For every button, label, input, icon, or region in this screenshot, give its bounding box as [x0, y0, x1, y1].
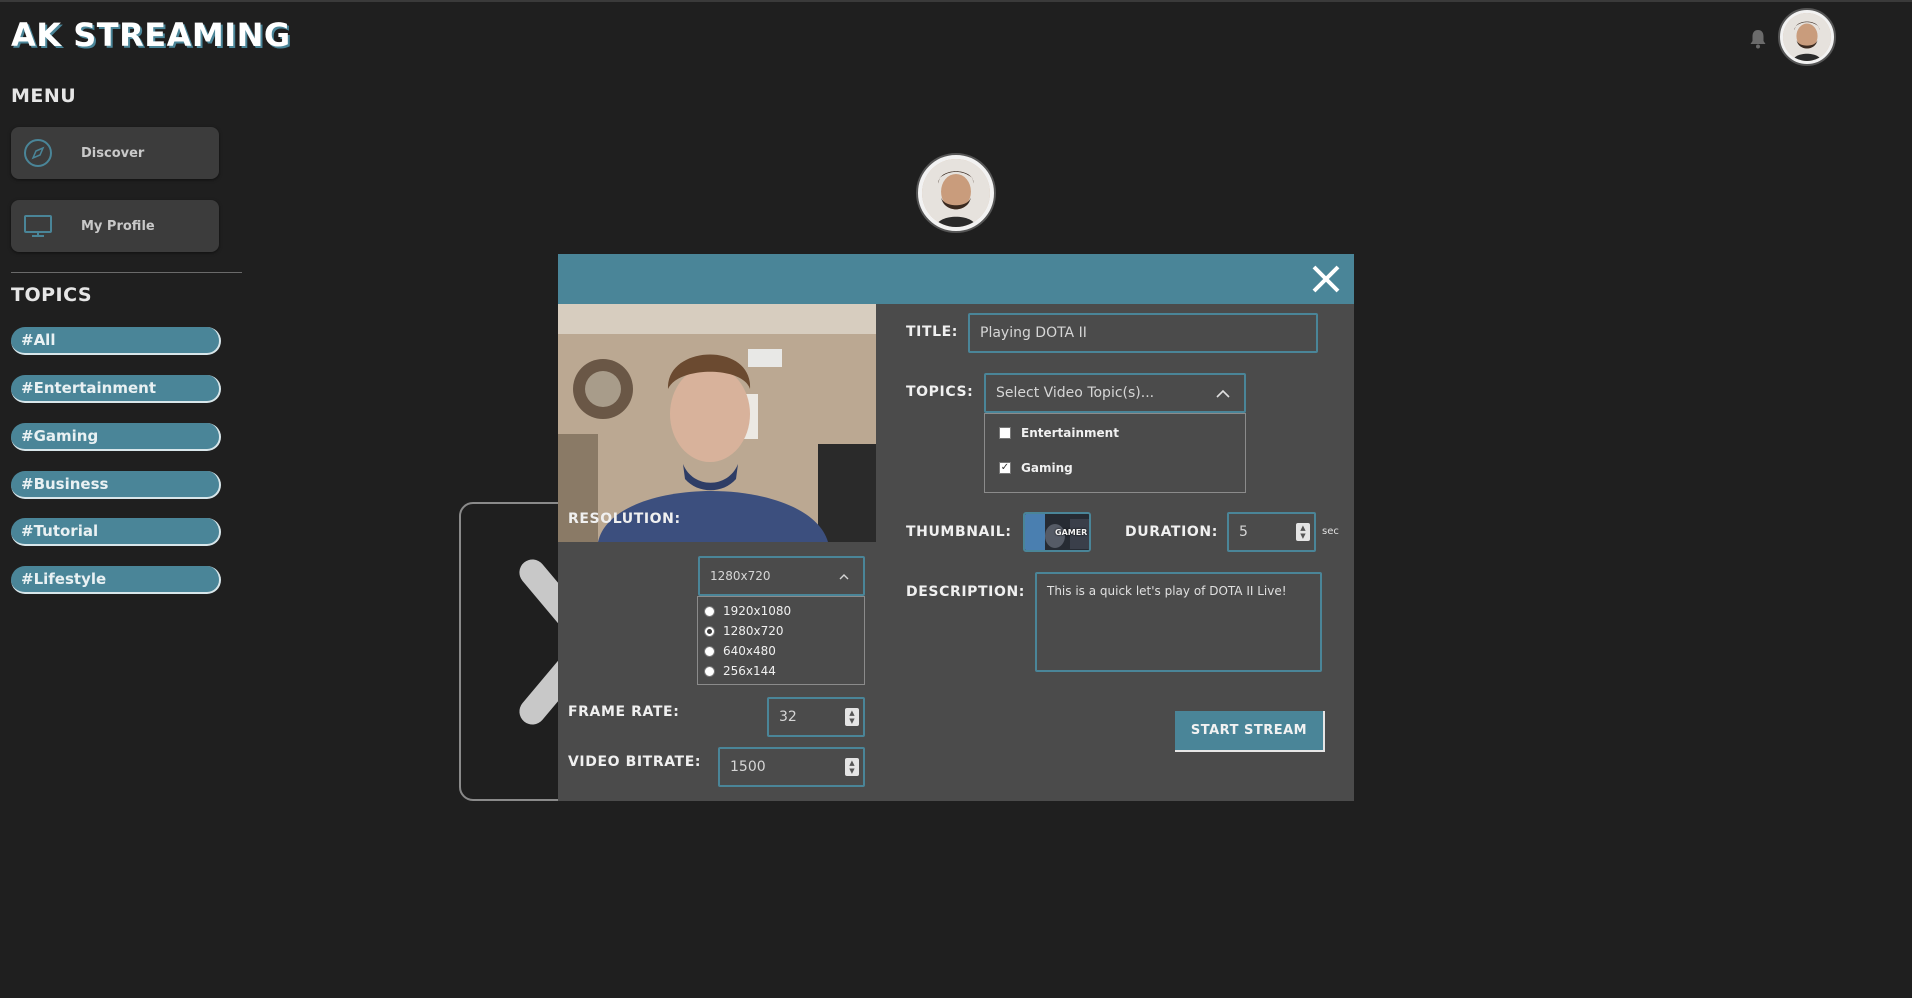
duration-unit: sec [1322, 526, 1339, 537]
title-input[interactable]: Playing DOTA II [968, 313, 1318, 353]
topic-lifestyle[interactable]: #Lifestyle [11, 566, 221, 594]
sidebar-item-label: Discover [81, 145, 145, 161]
compass-icon [20, 135, 56, 171]
resolution-option-label: 256x144 [723, 664, 776, 678]
resolution-option[interactable]: 640x480 [698, 641, 864, 661]
title-value: Playing DOTA II [980, 325, 1087, 341]
spinner-icon[interactable]: ▲ ▼ [845, 758, 859, 776]
chevron-up-icon [1216, 389, 1230, 398]
webcam-preview [558, 304, 876, 542]
frame-rate-label: FRAME RATE: [568, 704, 680, 720]
radio-button[interactable] [704, 665, 715, 677]
resolution-options: 1920x1080 1280x720 640x480 256x144 [697, 596, 865, 685]
start-stream-button[interactable]: START STREAM [1175, 711, 1325, 752]
radio-button[interactable] [704, 625, 715, 637]
sidebar-item-discover[interactable]: Discover [11, 127, 219, 179]
resolution-option[interactable]: 1280x720 [698, 621, 864, 641]
modal-header [558, 254, 1354, 304]
resolution-option-label: 1920x1080 [723, 604, 792, 618]
thumbnail-label: THUMBNAIL: [906, 524, 1012, 540]
topics-title: TOPICS [11, 284, 93, 306]
close-icon[interactable] [1308, 261, 1344, 297]
resolution-selected-value: 1280x720 [710, 569, 771, 583]
topic-all[interactable]: #All [11, 327, 221, 355]
monitor-icon [20, 208, 56, 244]
duration-input[interactable]: 5 ▲ ▼ [1227, 512, 1316, 552]
resolution-option[interactable]: 1920x1080 [698, 601, 864, 621]
user-avatar[interactable] [1778, 8, 1836, 66]
radio-button[interactable] [704, 605, 715, 617]
checkbox[interactable] [999, 427, 1011, 439]
sidebar-item-label: My Profile [81, 218, 155, 234]
resolution-label: RESOLUTION: [568, 511, 681, 527]
chevron-up-icon [839, 574, 849, 580]
resolution-option[interactable]: 256x144 [698, 661, 864, 681]
spinner-icon[interactable]: ▲ ▼ [845, 708, 859, 726]
resolution-option-label: 1280x720 [723, 624, 784, 638]
description-label: DESCRIPTION: [906, 584, 1025, 600]
checkbox-checked[interactable]: ✓ [999, 462, 1011, 474]
topics-select[interactable]: Select Video Topic(s)... [984, 373, 1246, 413]
bell-icon[interactable] [1748, 28, 1768, 50]
thumbnail-text: GAMER [1055, 528, 1088, 537]
duration-label: DURATION: [1125, 524, 1218, 540]
topic-gaming[interactable]: #Gaming [11, 423, 221, 451]
description-textarea[interactable]: This is a quick let's play of DOTA II Li… [1035, 572, 1322, 672]
thumbnail-preview[interactable]: GAMER [1023, 512, 1091, 552]
topic-entertainment[interactable]: #Entertainment [11, 375, 221, 403]
spinner-icon[interactable]: ▲ ▼ [1296, 523, 1310, 541]
menu-title: MENU [11, 85, 77, 107]
app-logo: AK STREAMING [11, 16, 291, 54]
topic-option-entertainment[interactable]: Entertainment [999, 426, 1119, 440]
resolution-option-label: 640x480 [723, 644, 776, 658]
duration-value: 5 [1239, 524, 1248, 540]
topic-option-gaming[interactable]: ✓ Gaming [999, 461, 1073, 475]
video-bitrate-value: 1500 [730, 759, 766, 775]
radio-button[interactable] [704, 645, 715, 657]
topic-tutorial[interactable]: #Tutorial [11, 518, 221, 546]
topics-placeholder: Select Video Topic(s)... [996, 385, 1155, 401]
topic-option-label: Gaming [1021, 461, 1073, 475]
title-label: TITLE: [906, 324, 958, 340]
start-stream-modal: RESOLUTION: 1280x720 1920x1080 1280x720 … [558, 254, 1354, 801]
profile-avatar[interactable] [916, 153, 996, 233]
resolution-select[interactable]: 1280x720 [698, 556, 865, 596]
topic-option-label: Entertainment [1021, 426, 1119, 440]
video-bitrate-label: VIDEO BITRATE: [568, 754, 702, 770]
video-bitrate-input[interactable]: 1500 ▲ ▼ [718, 747, 865, 787]
topic-business[interactable]: #Business [11, 471, 221, 499]
sidebar-divider [11, 272, 242, 273]
frame-rate-value: 32 [779, 709, 797, 725]
sidebar-item-my-profile[interactable]: My Profile [11, 200, 219, 252]
frame-rate-input[interactable]: 32 ▲ ▼ [767, 697, 865, 737]
topics-dropdown: Entertainment ✓ Gaming [984, 413, 1246, 493]
topics-label: TOPICS: [906, 384, 974, 400]
